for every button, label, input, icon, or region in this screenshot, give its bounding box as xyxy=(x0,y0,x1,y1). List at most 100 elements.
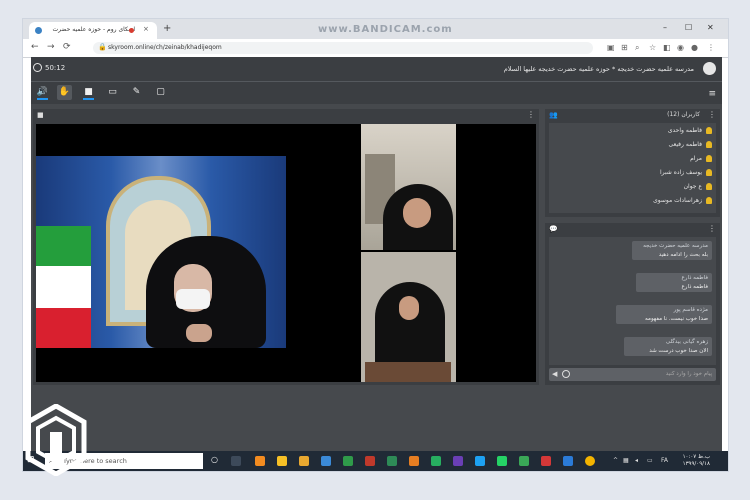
user-row[interactable]: مرام xyxy=(552,155,712,167)
clock-date: ۱۳۹۹/۰۹/۱۸ xyxy=(682,461,710,467)
user-row[interactable]: یوسف زاده شبرا xyxy=(552,169,712,181)
active-indicator xyxy=(83,98,94,100)
back-button[interactable]: ← xyxy=(31,42,39,52)
app-icon[interactable] xyxy=(563,456,573,466)
search-icon[interactable]: ⌕ xyxy=(635,43,639,53)
user-row[interactable]: فاطمه واحدی xyxy=(552,127,712,139)
app-icon[interactable] xyxy=(365,456,375,466)
user-name: فاطمه واحدی xyxy=(667,127,702,134)
lock-icon: 🔒 xyxy=(98,43,107,51)
participant-video-1[interactable] xyxy=(361,124,456,250)
browser-menu-icon[interactable]: ⋮ xyxy=(707,43,715,52)
url-input[interactable]: 🔒 skyroom.online/ch/zeinab/khadijeqom xyxy=(93,42,593,54)
user-icon xyxy=(706,155,712,162)
user-name: زهراسادات موسوی xyxy=(653,197,702,204)
app-header: 50:12 مدرسه علمیه حضرت خدیجه * حوزه علمی… xyxy=(31,57,722,81)
chat-sender: زهره گیانی بیدگلی xyxy=(665,339,708,345)
app-icon[interactable] xyxy=(541,456,551,466)
emoji-icon[interactable] xyxy=(562,370,570,378)
app-icon[interactable] xyxy=(453,456,463,466)
skyroom-favicon-icon xyxy=(35,27,42,34)
reload-button[interactable]: ⟳ xyxy=(63,42,71,52)
user-avatar-icon[interactable] xyxy=(703,62,716,75)
user-row[interactable]: فاطمه رفیعی xyxy=(552,141,712,153)
chat-options-icon[interactable]: ⋮ xyxy=(708,224,716,233)
forward-button[interactable]: → xyxy=(47,42,55,52)
chrome-icon[interactable] xyxy=(585,456,595,466)
chat-panel-header: 💬 ⋮ xyxy=(545,223,720,235)
brush-icon[interactable]: ✎ xyxy=(129,85,144,100)
user-icon xyxy=(706,141,712,148)
app-icon[interactable] xyxy=(321,456,331,466)
chat-placeholder: پیام خود را وارد کنید xyxy=(665,371,712,377)
users-title: کاربران (12) xyxy=(667,111,700,118)
browser-tab-bar: اسکای روم - حوزه علمیه حضرت × + www.BAND… xyxy=(23,19,728,39)
hamburger-menu-icon[interactable]: ≡ xyxy=(708,89,716,99)
firefox-icon[interactable] xyxy=(409,456,419,466)
app-icon[interactable] xyxy=(343,456,353,466)
battery-icon[interactable]: ▭ xyxy=(647,457,653,464)
camera-permission-icon[interactable]: ▣ xyxy=(607,43,615,52)
telegram-icon[interactable] xyxy=(475,456,485,466)
network-icon[interactable]: ▦ xyxy=(623,457,629,464)
translate-icon[interactable]: ⊞ xyxy=(621,43,628,52)
profile-icon[interactable]: ● xyxy=(691,43,698,52)
users-panel: 👥 کاربران (12) ⋮ فاطمه واحدی فاطمه رفیعی… xyxy=(545,109,720,217)
user-name: فاطمه رفیعی xyxy=(668,141,702,148)
chat-message: مژده قاسم پور صدا خوب نیست. نا مفهومه xyxy=(616,305,712,324)
video-stage xyxy=(36,124,536,382)
camera-icon[interactable]: ■ xyxy=(81,85,96,100)
url-text: skyroom.online/ch/zeinab/khadijeqom xyxy=(108,44,222,51)
extension-icon[interactable]: ◧ xyxy=(663,43,671,52)
speaker-hand xyxy=(186,324,212,342)
tab-close-button[interactable]: × xyxy=(143,25,149,33)
main-video-feed[interactable] xyxy=(36,156,286,348)
chat-text: فاطمه ذارع xyxy=(681,284,708,290)
volume-icon[interactable]: ◂ xyxy=(635,457,638,464)
users-options-icon[interactable]: ⋮ xyxy=(708,110,716,119)
app-icon[interactable] xyxy=(387,456,397,466)
language-indicator[interactable]: FA xyxy=(661,457,668,464)
user-row[interactable]: زهراسادات موسوی xyxy=(552,197,712,209)
taskbar-clock[interactable]: ۱۰:۰۷ ب.ظ ۱۳۹۹/۰۹/۱۸ xyxy=(683,454,710,468)
users-list: فاطمه واحدی فاطمه رفیعی مرام یوسف زاده ش… xyxy=(549,123,716,213)
flag-green xyxy=(36,226,91,266)
app-icon[interactable] xyxy=(431,456,441,466)
browser-tab[interactable]: اسکای روم - حوزه علمیه حضرت × xyxy=(29,22,157,39)
video-options-icon[interactable]: ⋮ xyxy=(527,110,535,119)
clock-time: ۱۰:۰۷ ب.ظ xyxy=(682,454,710,460)
user-row[interactable]: ع جوان xyxy=(552,183,712,195)
app-icon[interactable] xyxy=(519,456,529,466)
video-panel: ■ ⋮ xyxy=(33,109,539,385)
users-icon: 👥 xyxy=(549,111,558,119)
task-view-icon[interactable]: ○ xyxy=(211,455,221,465)
speaker-icon[interactable]: 🔊 xyxy=(35,85,50,100)
chat-input[interactable]: ◀ پیام خود را وارد کنید xyxy=(549,368,716,381)
flag-white xyxy=(36,266,91,308)
iran-flag xyxy=(36,226,91,348)
screen-frame: اسکای روم - حوزه علمیه حضرت × + www.BAND… xyxy=(23,19,728,471)
participant-video-2[interactable] xyxy=(361,252,456,382)
tray-chevron-icon[interactable]: ^ xyxy=(613,457,618,464)
chat-text: الان صدا خوب درست شد xyxy=(649,348,708,354)
chat-message: مدرسه علمیه حضرت خدیجه بله بحث را ادامه د… xyxy=(632,241,712,260)
screen-share-icon[interactable]: ▭ xyxy=(105,85,120,100)
new-tab-button[interactable]: + xyxy=(163,23,171,34)
app-icon[interactable] xyxy=(255,456,265,466)
app-icon[interactable] xyxy=(231,456,241,466)
send-icon[interactable]: ◀ xyxy=(552,370,557,378)
site-logo-icon xyxy=(25,404,87,476)
minimize-button[interactable]: – xyxy=(663,23,667,32)
user-name: ع جوان xyxy=(683,183,702,190)
extension-icon[interactable]: ◉ xyxy=(677,43,684,52)
close-window-button[interactable]: ✕ xyxy=(707,23,714,32)
star-icon[interactable]: ☆ xyxy=(649,43,656,52)
app-icon[interactable] xyxy=(277,456,287,466)
file-icon[interactable]: ▢ xyxy=(153,85,168,100)
maximize-button[interactable]: ☐ xyxy=(685,23,692,32)
app-icon[interactable] xyxy=(299,456,309,466)
recording-indicator-icon xyxy=(129,28,134,33)
participant-face xyxy=(399,296,419,320)
whatsapp-icon[interactable] xyxy=(497,456,507,466)
hand-icon[interactable]: ✋ xyxy=(57,85,72,100)
